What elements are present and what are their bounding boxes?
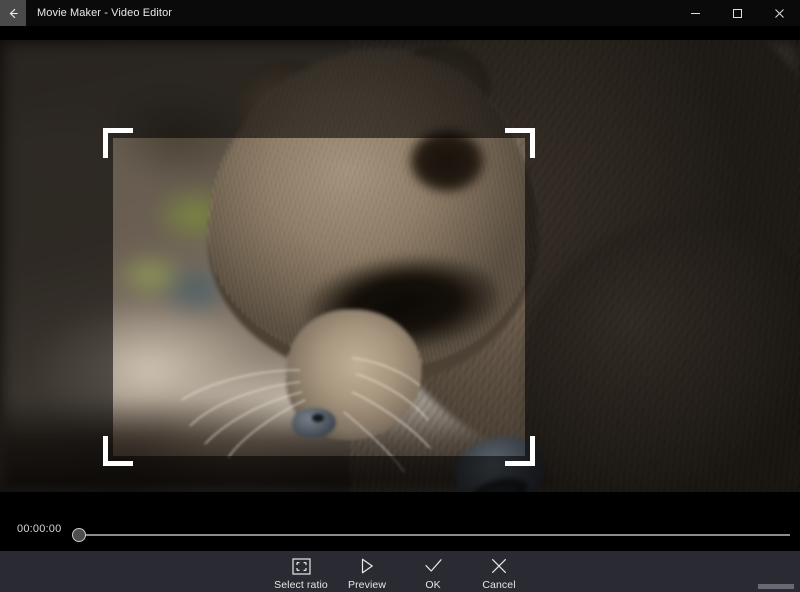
ok-label: OK [425, 579, 441, 591]
video-frame [0, 40, 800, 492]
checkmark-icon [424, 555, 443, 577]
close-icon [774, 8, 785, 19]
cancel-label: Cancel [482, 579, 516, 591]
back-button[interactable] [0, 0, 26, 26]
window-controls [674, 0, 800, 26]
maximize-button[interactable] [716, 0, 758, 26]
window-title: Movie Maker - Video Editor [37, 7, 173, 19]
video-preview-stage[interactable] [0, 40, 800, 492]
slider-track[interactable] [72, 534, 790, 536]
raccoon-scene-image [0, 40, 800, 492]
playhead-slider[interactable] [72, 528, 790, 542]
timeline-bar: 00:00:00 [0, 492, 800, 551]
title-bar: Movie Maker - Video Editor [0, 0, 800, 26]
slider-thumb[interactable] [72, 528, 86, 542]
maximize-icon [732, 8, 743, 19]
minimize-button[interactable] [674, 0, 716, 26]
preview-button[interactable]: Preview [334, 551, 400, 591]
movie-maker-window: Movie Maker - Video Editor 00:00:00 Sele… [0, 0, 800, 592]
preview-label: Preview [347, 579, 387, 591]
current-time-label: 00:00:00 [17, 523, 62, 535]
close-x-icon [490, 555, 508, 577]
crop-toolbar: Select ratio Preview OK Cancel [0, 551, 800, 592]
play-triangle-icon [358, 555, 376, 577]
crop-handle-bottom-left[interactable] [103, 436, 133, 466]
crop-handle-top-right[interactable] [505, 128, 535, 158]
raccoon-whiskers [0, 40, 800, 492]
back-arrow-icon [7, 7, 20, 20]
ok-button[interactable]: OK [400, 551, 466, 591]
minimize-icon [690, 8, 701, 19]
window-resize-grip[interactable] [758, 584, 794, 589]
select-ratio-icon [291, 555, 311, 577]
close-button[interactable] [758, 0, 800, 26]
select-ratio-button[interactable]: Select ratio [268, 551, 334, 591]
select-ratio-label: Select ratio [274, 579, 328, 591]
cancel-button[interactable]: Cancel [466, 551, 532, 591]
crop-handle-top-left[interactable] [103, 128, 133, 158]
crop-handle-bottom-right[interactable] [505, 436, 535, 466]
